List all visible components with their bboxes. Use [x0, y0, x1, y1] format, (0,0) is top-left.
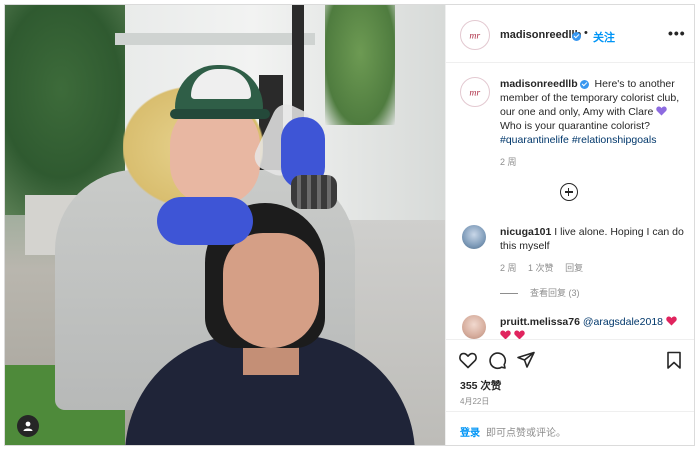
load-more-comments-button[interactable] — [560, 183, 578, 201]
speech-bubble-icon[interactable] — [487, 350, 507, 370]
heart-outline-icon[interactable] — [458, 350, 478, 370]
paper-plane-icon[interactable] — [516, 350, 536, 370]
login-link[interactable]: 登录 — [460, 424, 480, 439]
post-date[interactable]: 4月22日 — [460, 396, 489, 407]
view-replies-button[interactable]: 查看回复 (3) — [500, 286, 580, 299]
caption-avatar[interactable]: mr — [460, 77, 490, 107]
header-username[interactable]: madisonreedllb — [500, 29, 581, 41]
blue-glove-left — [157, 197, 253, 245]
reply-button[interactable]: 回复 — [565, 263, 583, 273]
like-count[interactable]: 355 次赞 — [460, 378, 501, 393]
beaded-bracelet — [291, 175, 337, 209]
verified-badge-icon — [572, 32, 581, 41]
comment-meta: 2 周 1 次赞 回复 — [500, 261, 592, 274]
madison-reed-logo-icon[interactable]: mr — [460, 20, 490, 50]
login-prompt-text: 即可点赞或评论。 — [486, 428, 566, 439]
post-header: mr madisonreedllb • 关注 ••• — [446, 5, 694, 63]
caption-timestamp: 2 周 — [500, 157, 517, 167]
comment-item: nicuga101 I live alone. Hoping I can do … — [500, 225, 686, 253]
svg-text:mr: mr — [470, 31, 481, 42]
post-photo[interactable] — [5, 5, 445, 445]
client-face — [223, 233, 319, 348]
comment-timestamp: 2 周 — [500, 263, 517, 273]
header-separator: • — [584, 27, 588, 39]
post-caption: madisonreedllb Here's to another member … — [500, 77, 686, 147]
post-side-panel: mr madisonreedllb • 关注 ••• mr madisonree… — [445, 5, 694, 445]
shed-roof — [115, 33, 315, 45]
caption-question: Who is your quarantine colorist? — [500, 120, 650, 132]
commenter-avatar[interactable] — [462, 225, 486, 249]
more-options-button[interactable]: ••• — [668, 25, 686, 41]
comment-like-count[interactable]: 1 次赞 — [528, 263, 554, 273]
person-tag-icon[interactable] — [17, 415, 39, 437]
follow-button[interactable]: 关注 — [593, 29, 615, 45]
login-prompt: 登录 即可点赞或评论。 — [446, 411, 694, 445]
purple-heart-icon — [656, 106, 667, 116]
hashtag-link[interactable]: #relationshipgoals — [572, 134, 657, 146]
red-heart-icon — [500, 330, 511, 339]
post-actions: 355 次赞 4月22日 — [446, 339, 694, 411]
comment-username[interactable]: nicuga101 — [500, 226, 551, 238]
caption-username[interactable]: madisonreedllb — [500, 78, 578, 90]
replies-divider — [500, 293, 518, 295]
hashtag-link[interactable]: #quarantinelife — [500, 134, 569, 146]
comments-list[interactable]: mr madisonreedllb Here's to another memb… — [446, 63, 694, 339]
verified-badge-icon — [579, 79, 589, 89]
comment-username[interactable]: pruitt.melissa76 — [500, 316, 580, 328]
view-replies-label: 查看回复 (3) — [530, 288, 580, 298]
red-heart-icon — [666, 316, 677, 326]
commenter-avatar[interactable] — [462, 315, 486, 339]
mention-link[interactable]: @aragsdale2018 — [583, 316, 663, 328]
red-heart-icon — [514, 330, 525, 339]
background-vines — [325, 5, 395, 125]
svg-text:mr: mr — [470, 88, 481, 99]
instagram-post-embed: mr madisonreedllb • 关注 ••• mr madisonree… — [4, 4, 695, 446]
comment-item: pruitt.melissa76 @aragsdale2018 — [500, 315, 686, 339]
bookmark-icon[interactable] — [664, 350, 684, 370]
cap-brim — [170, 109, 270, 119]
